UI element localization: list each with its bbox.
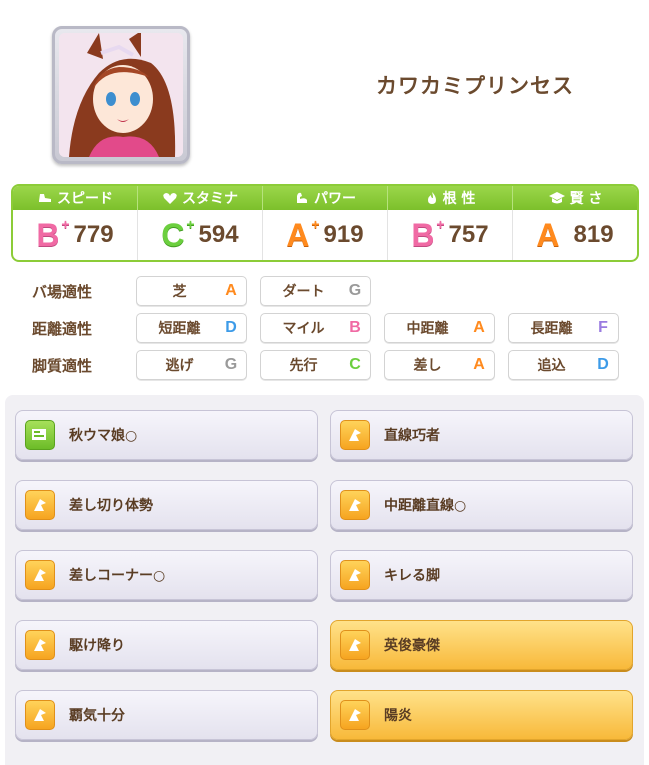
skill-speed-icon xyxy=(340,420,370,450)
stat-stamina: C + 594 xyxy=(138,210,263,260)
grade-badge: A xyxy=(473,356,485,373)
stat-rank: B + xyxy=(36,216,70,253)
skill-speed-icon xyxy=(340,490,370,520)
stat-speed: B + 779 xyxy=(13,210,138,260)
stat-guts: B + 757 xyxy=(388,210,513,260)
aptitude-sprint[interactable]: 短距離 D xyxy=(136,313,247,343)
heart-icon xyxy=(163,193,177,204)
grade-badge: G xyxy=(224,356,238,373)
muscle-icon xyxy=(297,192,307,203)
character-name: カワカミプリンセス xyxy=(376,74,574,98)
skill-name: 英俊豪傑 xyxy=(384,638,440,654)
aptitude-front-runner[interactable]: 逃げ G xyxy=(136,350,247,380)
skill-item-unique[interactable]: 英俊豪傑 xyxy=(330,620,633,670)
aptitude-medium[interactable]: 中距離 A xyxy=(384,313,495,343)
stat-label: パワー xyxy=(314,191,356,207)
skill-speed-icon xyxy=(25,490,55,520)
stat-value: 594 xyxy=(198,221,239,248)
skill-item-unique[interactable]: 陽炎 xyxy=(330,690,633,740)
aptitude-label: 脚質適性 xyxy=(32,356,93,375)
aptitude-turf[interactable]: 芝 A xyxy=(136,276,247,306)
aptitude-late-surger[interactable]: 差し A xyxy=(384,350,495,380)
stat-rank: B + xyxy=(411,216,445,253)
aptitude-label: バ場適性 xyxy=(32,282,93,301)
grad-cap-icon xyxy=(548,192,565,204)
skill-item[interactable]: 差しコーナー○ xyxy=(15,550,318,600)
stat-wit: A 819 xyxy=(513,210,637,260)
skill-speed-icon xyxy=(25,630,55,660)
character-avatar xyxy=(59,33,183,157)
skill-item[interactable]: キレる脚 xyxy=(330,550,633,600)
skill-name: キレる脚 xyxy=(384,568,440,584)
stat-value: 819 xyxy=(573,221,614,248)
character-portrait[interactable] xyxy=(52,26,190,164)
stat-value: 757 xyxy=(448,221,489,248)
skill-speed-icon xyxy=(340,630,370,660)
shoe-icon xyxy=(39,194,51,202)
aptitude-pace-chaser[interactable]: 先行 C xyxy=(260,350,371,380)
aptitude-mile[interactable]: マイル B xyxy=(260,313,371,343)
aptitude-row-track: バ場適性 xyxy=(32,276,132,306)
stat-header-wit: 賢 さ xyxy=(513,186,637,210)
skill-name: 秋ウマ娘○ xyxy=(69,428,138,444)
skill-speed-icon xyxy=(25,560,55,590)
stat-value: 779 xyxy=(73,221,114,248)
aptitude-row-style: 脚質適性 xyxy=(32,350,132,380)
skill-name: 直線巧者 xyxy=(384,428,440,444)
stat-rank: A xyxy=(536,217,560,253)
flame-icon xyxy=(427,192,436,204)
skill-green-icon xyxy=(25,420,55,450)
grade-badge: G xyxy=(348,282,362,299)
aptitude-row-distance: 距離適性 xyxy=(32,313,132,343)
skill-speed-icon xyxy=(340,700,370,730)
stat-value: 919 xyxy=(323,221,364,248)
stat-header-power: パワー xyxy=(263,186,388,210)
skill-speed-icon xyxy=(25,700,55,730)
grade-badge: C xyxy=(349,356,361,373)
grade-badge: D xyxy=(597,356,609,373)
skill-item[interactable]: 差し切り体勢 xyxy=(15,480,318,530)
skill-item[interactable]: 秋ウマ娘○ xyxy=(15,410,318,460)
skill-item[interactable]: 直線巧者 xyxy=(330,410,633,460)
stat-label: スタミナ xyxy=(182,191,238,207)
stat-label: 賢 さ xyxy=(569,191,603,207)
grade-badge: B xyxy=(349,319,361,336)
grade-badge: F xyxy=(598,319,608,336)
aptitude-end-closer[interactable]: 追込 D xyxy=(508,350,619,380)
grade-badge: A xyxy=(473,319,485,336)
stats-panel: スピード スタミナ パワー 根 性 賢 さ B + 779 C + 594 A + xyxy=(11,184,639,262)
aptitude-dirt[interactable]: ダート G xyxy=(260,276,371,306)
skill-name: 中距離直線○ xyxy=(384,498,467,514)
skill-name: 陽炎 xyxy=(384,708,412,724)
stat-header-speed: スピード xyxy=(13,186,138,210)
aptitude-long[interactable]: 長距離 F xyxy=(508,313,619,343)
skill-item[interactable]: 覇気十分 xyxy=(15,690,318,740)
grade-badge: A xyxy=(225,282,237,299)
stat-rank: C + xyxy=(161,216,195,253)
skill-name: 差し切り体勢 xyxy=(69,498,153,514)
stat-label: スピード xyxy=(57,191,113,207)
skill-name: 覇気十分 xyxy=(69,708,125,724)
aptitude-label: 距離適性 xyxy=(32,319,93,338)
grade-badge: D xyxy=(225,319,237,336)
stat-label: 根 性 xyxy=(442,191,476,207)
stat-header-stamina: スタミナ xyxy=(138,186,263,210)
skill-name: 駆け降り xyxy=(69,638,125,654)
stat-header-guts: 根 性 xyxy=(388,186,513,210)
stat-rank: A + xyxy=(286,216,320,253)
stat-power: A + 919 xyxy=(263,210,388,260)
skill-speed-icon xyxy=(340,560,370,590)
skill-name: 差しコーナー○ xyxy=(69,568,166,584)
skill-item[interactable]: 中距離直線○ xyxy=(330,480,633,530)
skill-item[interactable]: 駆け降り xyxy=(15,620,318,670)
